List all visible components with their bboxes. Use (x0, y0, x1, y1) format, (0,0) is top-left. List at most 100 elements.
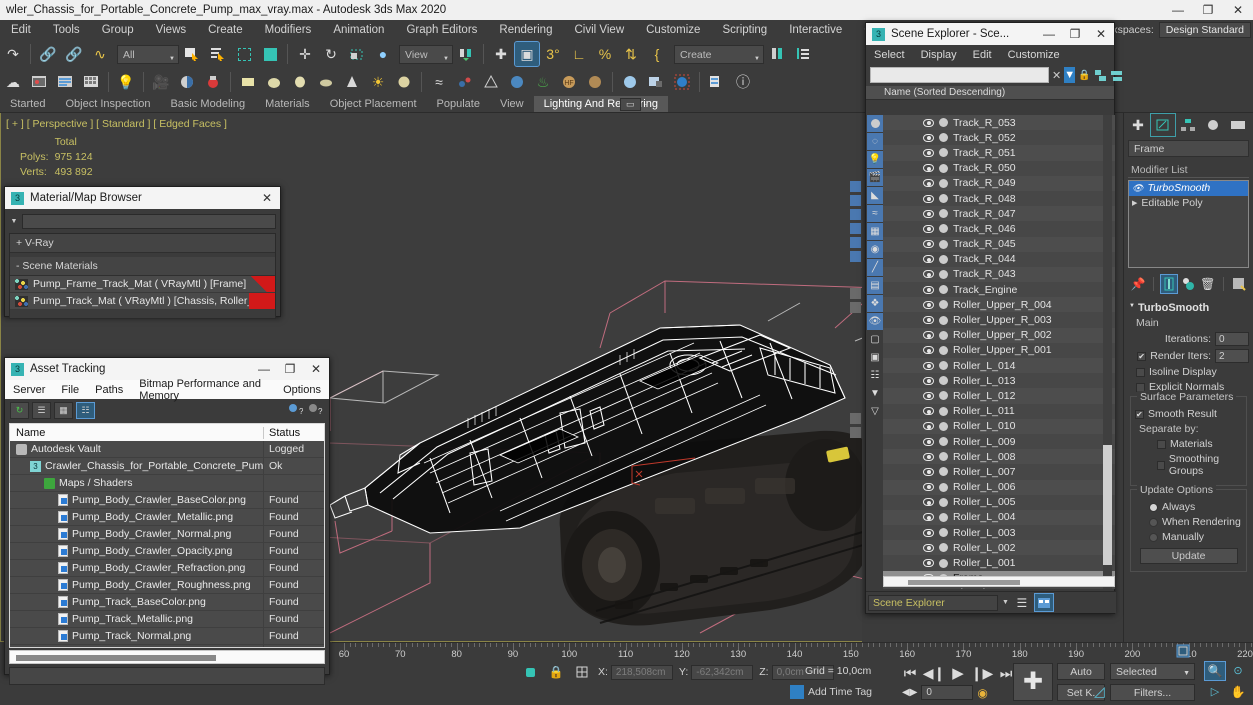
expand-all-icon[interactable] (1094, 67, 1107, 83)
filter-helpers-icon[interactable]: ◣ (867, 187, 883, 204)
material-list-item[interactable]: Pump_Frame_Track_Mat ( VRayMtl ) [Frame] (10, 276, 275, 293)
render-iters-value[interactable]: 2 (1215, 349, 1249, 363)
edit-named-selection-icon[interactable]: % (593, 42, 617, 66)
sphere-light-icon[interactable] (392, 70, 416, 94)
angle-snap-toggle-icon[interactable]: ▣ (514, 41, 540, 67)
render-iters-field[interactable]: Render Iters: 2 (1128, 349, 1249, 363)
maximize-viewport-toggle-icon[interactable] (1175, 643, 1191, 662)
visibility-eye-icon[interactable] (923, 316, 934, 325)
layer-manager-icon[interactable] (791, 42, 815, 66)
scene-object-row[interactable]: Roller_L_007 (883, 464, 1115, 480)
use-pivot-center-icon[interactable] (454, 42, 478, 66)
select-object-icon[interactable] (180, 42, 204, 66)
hair-and-fur-icon[interactable]: ≈ (427, 70, 451, 94)
visibility-eye-icon[interactable] (923, 148, 934, 157)
scene-explorer-vscrollbar[interactable] (1103, 115, 1112, 589)
pin-stack-icon[interactable]: 📌 (1130, 275, 1146, 293)
scene-explorer-close-icon[interactable]: ✕ (1088, 23, 1114, 45)
visibility-eye-icon[interactable] (923, 361, 934, 370)
workspace-select[interactable]: Design Standard (1158, 22, 1251, 38)
filter-hidden-icon[interactable]: 👁 (867, 313, 883, 330)
coordinate-value[interactable]: 218,508cm (610, 664, 673, 680)
visibility-eye-icon[interactable] (923, 331, 934, 340)
asset-tracking-close-icon[interactable]: ✕ (303, 358, 329, 380)
scene-object-row[interactable]: Track_R_043 (883, 266, 1115, 283)
asset-table-row[interactable]: Pump_Track_Roughness.png Found (10, 645, 324, 647)
menu-item-civil-view[interactable]: Civil View (563, 20, 635, 40)
scene-object-row[interactable]: Roller_Upper_R_003 (883, 312, 1115, 328)
ribbon-tab-materials[interactable]: Materials (255, 96, 320, 112)
refresh-icon[interactable]: ↻ (10, 401, 29, 419)
scene-object-row[interactable]: Roller_Upper_R_001 (883, 342, 1115, 358)
asset-table-row[interactable]: Pump_Body_Crawler_Normal.png Found (10, 526, 324, 543)
menu-item-customize[interactable]: Customize (635, 20, 711, 40)
mirror-icon[interactable]: ⇅ (619, 42, 643, 66)
asset-table-row[interactable]: 3 Crawler_Chassis_for_Portable_Concrete_P… (10, 458, 324, 475)
scene-object-row[interactable]: Roller_L_005 (883, 494, 1115, 510)
scene-object-row[interactable]: Roller_L_003 (883, 525, 1115, 541)
time-ruler[interactable]: 60 70 80 90 100 110 120 130 140 150 160 170 180 190 20… (332, 642, 1253, 659)
scene-object-row[interactable]: Roller_L_013 (883, 373, 1115, 389)
asset-table-row[interactable]: Pump_Body_Crawler_BaseColor.png Found (10, 492, 324, 509)
remove-modifier-icon[interactable]: 🗑 (1200, 275, 1216, 293)
thumbnail-view-icon[interactable]: ▦ (54, 401, 73, 419)
select-and-link-icon[interactable]: 🔗 (36, 42, 60, 66)
material-editor-icon[interactable] (175, 70, 199, 94)
mirror-tool-icon[interactable] (765, 42, 789, 66)
configure-modifier-sets-icon[interactable] (1231, 275, 1247, 293)
selection-lock-region-icon[interactable] (520, 663, 540, 681)
vray-fur-icon[interactable]: ♨ (531, 70, 555, 94)
column-header-status[interactable]: Status (264, 427, 324, 439)
filter-space-warps-icon[interactable]: ≈ (867, 205, 883, 222)
scene-explorer-menu-display[interactable]: Display (913, 49, 965, 61)
menu-item-graph-editors[interactable]: Graph Editors (395, 20, 488, 40)
hierarchy-tab-icon[interactable] (1176, 114, 1200, 136)
visibility-eye-icon[interactable] (923, 498, 934, 507)
render-setup-icon[interactable] (27, 70, 51, 94)
ribbon-chevron-icon[interactable]: · (645, 100, 648, 109)
cloud-icon[interactable]: ☁ (1, 70, 25, 94)
ribbon-tab-view[interactable]: View (490, 96, 534, 112)
scene-object-row[interactable]: Roller_L_011 (883, 403, 1115, 419)
scene-explorer-column-header[interactable]: Name (Sorted Descending) (866, 86, 1114, 100)
reference-coordinate-combo[interactable]: View (399, 44, 453, 68)
filter-selected-icon[interactable]: ▣ (867, 349, 883, 366)
iterations-value[interactable]: 0 (1215, 332, 1249, 346)
modify-tab-icon[interactable] (1150, 113, 1176, 137)
asset-menu-server[interactable]: Server (5, 384, 53, 396)
scene-explorer-object-list[interactable]: Track_R_053 Track_R_052 Track_R_051 Track_R… (883, 115, 1115, 589)
scene-object-row[interactable]: Roller_L_010 (883, 418, 1115, 434)
create-tab-icon[interactable]: ✚ (1126, 114, 1150, 136)
scene-explorer-mode-icon[interactable] (1033, 593, 1054, 612)
asset-table-row[interactable]: Pump_Body_Crawler_Roughness.png Found (10, 577, 324, 594)
ribbon-tab-populate[interactable]: Populate (427, 96, 490, 112)
asset-table-row[interactable]: Pump_Body_Crawler_Opacity.png Found (10, 543, 324, 560)
visibility-eye-icon[interactable] (923, 133, 934, 142)
asset-tracking-table[interactable]: Name Status Autodesk Vault Logged 3 Crawle… (9, 423, 325, 648)
scene-object-row[interactable]: Track_R_048 (883, 190, 1115, 207)
scene-explorer-menu-customize[interactable]: Customize (1000, 49, 1068, 61)
visibility-eye-icon[interactable] (923, 270, 934, 279)
ribbon-tab-object-placement[interactable]: Object Placement (320, 96, 427, 112)
menu-item-group[interactable]: Group (91, 20, 145, 40)
menu-item-edit[interactable]: Edit (0, 20, 42, 40)
camera-icon[interactable]: 🎥 (149, 70, 173, 94)
scene-explorer-menu-select[interactable]: Select (866, 49, 913, 61)
select-by-name-icon[interactable] (206, 42, 230, 66)
visibility-eye-icon[interactable] (923, 285, 934, 294)
filter-frozen-icon[interactable]: ▢ (867, 331, 883, 348)
visibility-eye-icon[interactable] (923, 422, 934, 431)
vault-login-icon[interactable]: ? (287, 402, 304, 419)
bind-to-space-warp-icon[interactable]: ∿ (88, 42, 112, 66)
spinner-snap-icon[interactable]: ∟ (567, 42, 591, 66)
vray-light-mesh-icon[interactable] (583, 70, 607, 94)
go-to-start-icon[interactable]: ⏮ (900, 664, 920, 682)
lock-icon[interactable]: 🔒 (1078, 67, 1090, 83)
frame-step-icon[interactable]: ◀▶ (902, 687, 917, 698)
separate-smoothing-groups-row[interactable]: Smoothing Groups (1135, 453, 1242, 477)
visibility-eye-icon[interactable] (923, 543, 934, 552)
asset-table-row[interactable]: Pump_Body_Crawler_Refraction.png Found (10, 560, 324, 577)
make-unique-icon[interactable] (1180, 275, 1196, 293)
material-group-scene-materials[interactable]: - Scene Materials (10, 257, 275, 276)
scene-object-row[interactable]: Roller_L_006 (883, 479, 1115, 495)
